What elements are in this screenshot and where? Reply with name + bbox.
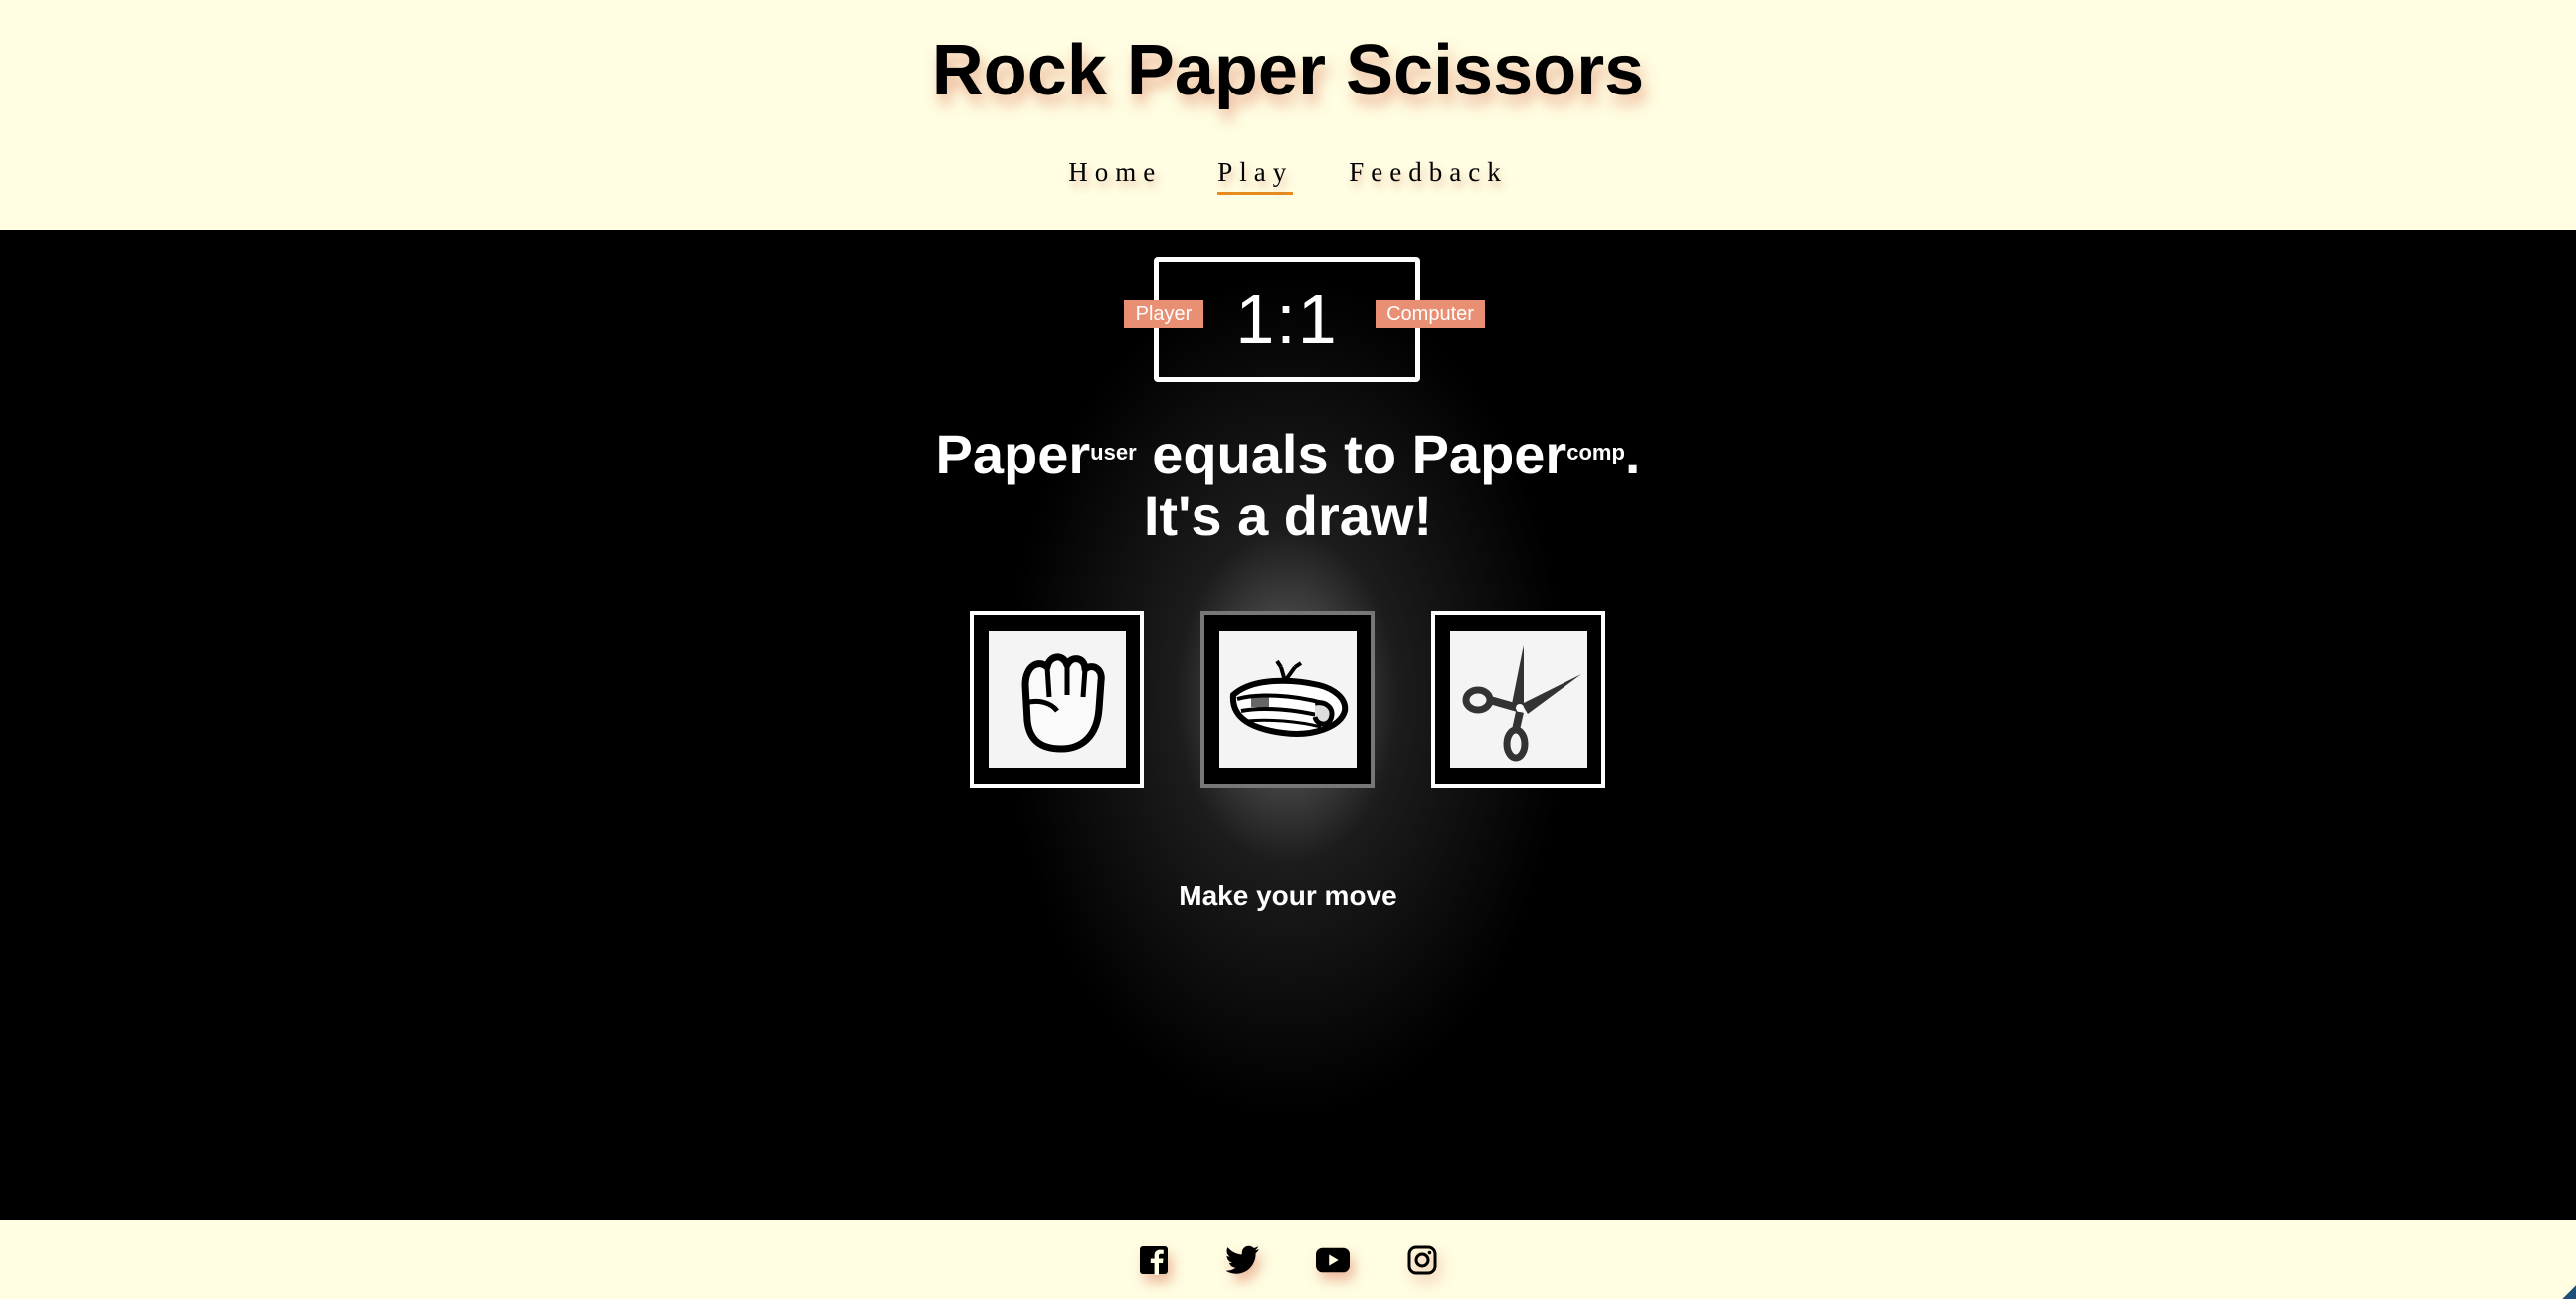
nav-home[interactable]: Home — [1068, 157, 1162, 195]
main-nav: Home Play Feedback — [0, 157, 2576, 195]
site-footer — [0, 1220, 2576, 1299]
result-outcome: It's a draw! — [1143, 484, 1433, 547]
paper-tile — [1218, 631, 1357, 768]
nav-feedback[interactable]: Feedback — [1349, 157, 1507, 195]
computer-badge: Computer — [1376, 300, 1485, 328]
instagram-link[interactable] — [1405, 1243, 1439, 1277]
scissors-button[interactable] — [1431, 611, 1605, 788]
paper-button[interactable] — [1200, 611, 1375, 788]
rock-button[interactable] — [970, 611, 1144, 788]
rock-tile — [988, 631, 1126, 768]
youtube-link[interactable] — [1316, 1243, 1350, 1277]
choices — [0, 611, 2576, 790]
comp-tag: comp — [1566, 440, 1625, 464]
youtube-icon — [1316, 1247, 1350, 1272]
user-choice: Paper — [935, 423, 1091, 485]
instagram-icon — [1407, 1245, 1437, 1274]
result-line: Paperuser equals to Papercomp. — [0, 424, 2576, 485]
page: Rock Paper Scissors Home Play Feedback 1… — [0, 0, 2576, 1299]
newspaper-icon — [1229, 659, 1348, 737]
result-message: Paperuser equals to Papercomp. It's a dr… — [0, 424, 2576, 547]
facebook-icon — [1140, 1245, 1168, 1275]
corner-edge — [2562, 1285, 2576, 1299]
scissors-tile — [1449, 631, 1587, 768]
fist-icon — [1021, 653, 1105, 753]
score-display: 1:1 — [1235, 280, 1339, 358]
facebook-link[interactable] — [1137, 1243, 1171, 1277]
user-tag: user — [1090, 440, 1137, 464]
nav-play[interactable]: Play — [1217, 157, 1294, 195]
move-prompt: Make your move — [1179, 880, 1397, 911]
twitter-icon — [1226, 1245, 1259, 1274]
site-title: Rock Paper Scissors — [931, 31, 1645, 110]
game-area: 1:1 Player Computer Paperuser equals to … — [0, 230, 2576, 1220]
site-header: Rock Paper Scissors Home Play Feedback — [0, 0, 2576, 230]
result-verb: equals to — [1136, 423, 1412, 485]
comp-choice: Paper — [1411, 423, 1567, 485]
result-end: . — [1624, 423, 1641, 485]
scissors-icon — [1462, 645, 1581, 762]
twitter-link[interactable] — [1226, 1243, 1260, 1277]
player-badge: Player — [1124, 300, 1203, 328]
